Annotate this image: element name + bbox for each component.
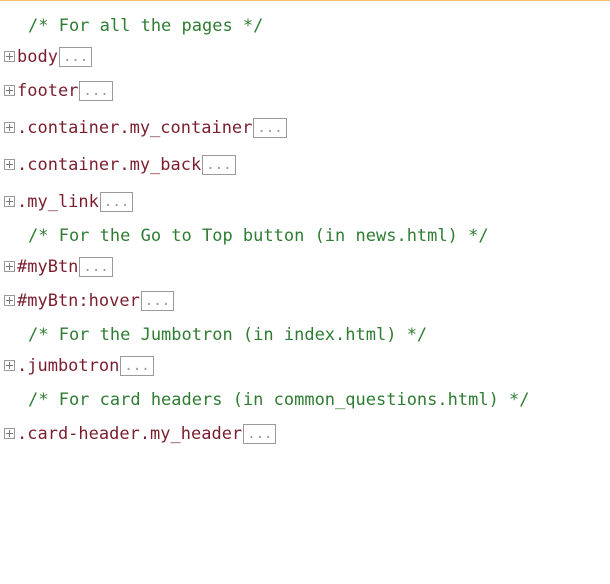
expand-toggle-icon[interactable] [4,159,15,170]
comment-line: /* For all the pages */ [0,10,610,41]
comment-line: /* For the Jumbotron (in index.html) */ [0,319,610,350]
collapsed-block-marker[interactable]: ... [140,290,175,311]
collapsed-block-marker[interactable]: ... [202,154,236,175]
css-selector: #myBtn [17,256,79,277]
expand-toggle-icon[interactable] [4,360,15,371]
collapsed-block-marker[interactable]: ... [79,80,113,101]
rule-line-mybtn-hover: #myBtn:hover ... [0,282,610,319]
rule-line-back: .container.my_back ... [0,146,610,183]
collapsed-block-marker[interactable]: ... [99,191,134,212]
expand-toggle-icon[interactable] [4,428,15,439]
expand-toggle-icon[interactable] [4,261,15,272]
code-comment: /* For card headers (in common_questions… [28,389,530,410]
css-selector: body [17,46,58,67]
expand-toggle-icon[interactable] [4,295,15,306]
code-comment: /* For the Jumbotron (in index.html) */ [28,324,428,345]
rule-line-mybtn: #myBtn ... [0,251,610,282]
rule-line-jumbotron: .jumbotron ... [0,350,610,381]
css-selector: footer [17,80,79,101]
expand-toggle-icon[interactable] [4,85,15,96]
collapsed-block-marker[interactable]: ... [243,423,277,444]
css-selector: #myBtn:hover [17,290,140,311]
collapsed-block-marker[interactable]: ... [253,117,287,138]
rule-line-footer: footer ... [0,72,610,109]
collapsed-block-marker[interactable]: ... [79,256,113,277]
expand-toggle-icon[interactable] [4,196,15,207]
expand-toggle-icon[interactable] [4,51,15,62]
top-border [0,0,610,1]
comment-line: /* For the Go to Top button (in news.htm… [0,220,610,251]
css-selector: .container.my_container [17,117,253,138]
code-editor[interactable]: /* For all the pages */ body ... footer … [0,10,610,449]
css-selector: .card-header.my_header [17,423,243,444]
collapsed-block-marker[interactable]: ... [58,46,93,67]
collapsed-block-marker[interactable]: ... [120,355,154,376]
code-comment: /* For the Go to Top button (in news.htm… [28,225,489,246]
rule-line-card-header: .card-header.my_header ... [0,418,610,449]
css-selector: .container.my_back [17,154,202,175]
code-comment: /* For all the pages */ [28,15,264,36]
css-selector: .my_link [17,191,99,212]
rule-line-link: .my_link ... [0,183,610,220]
comment-line: /* For card headers (in common_questions… [0,381,610,418]
rule-line-body: body ... [0,41,610,72]
css-selector: .jumbotron [17,355,120,376]
expand-toggle-icon[interactable] [4,122,15,133]
rule-line-container: .container.my_container ... [0,109,610,146]
